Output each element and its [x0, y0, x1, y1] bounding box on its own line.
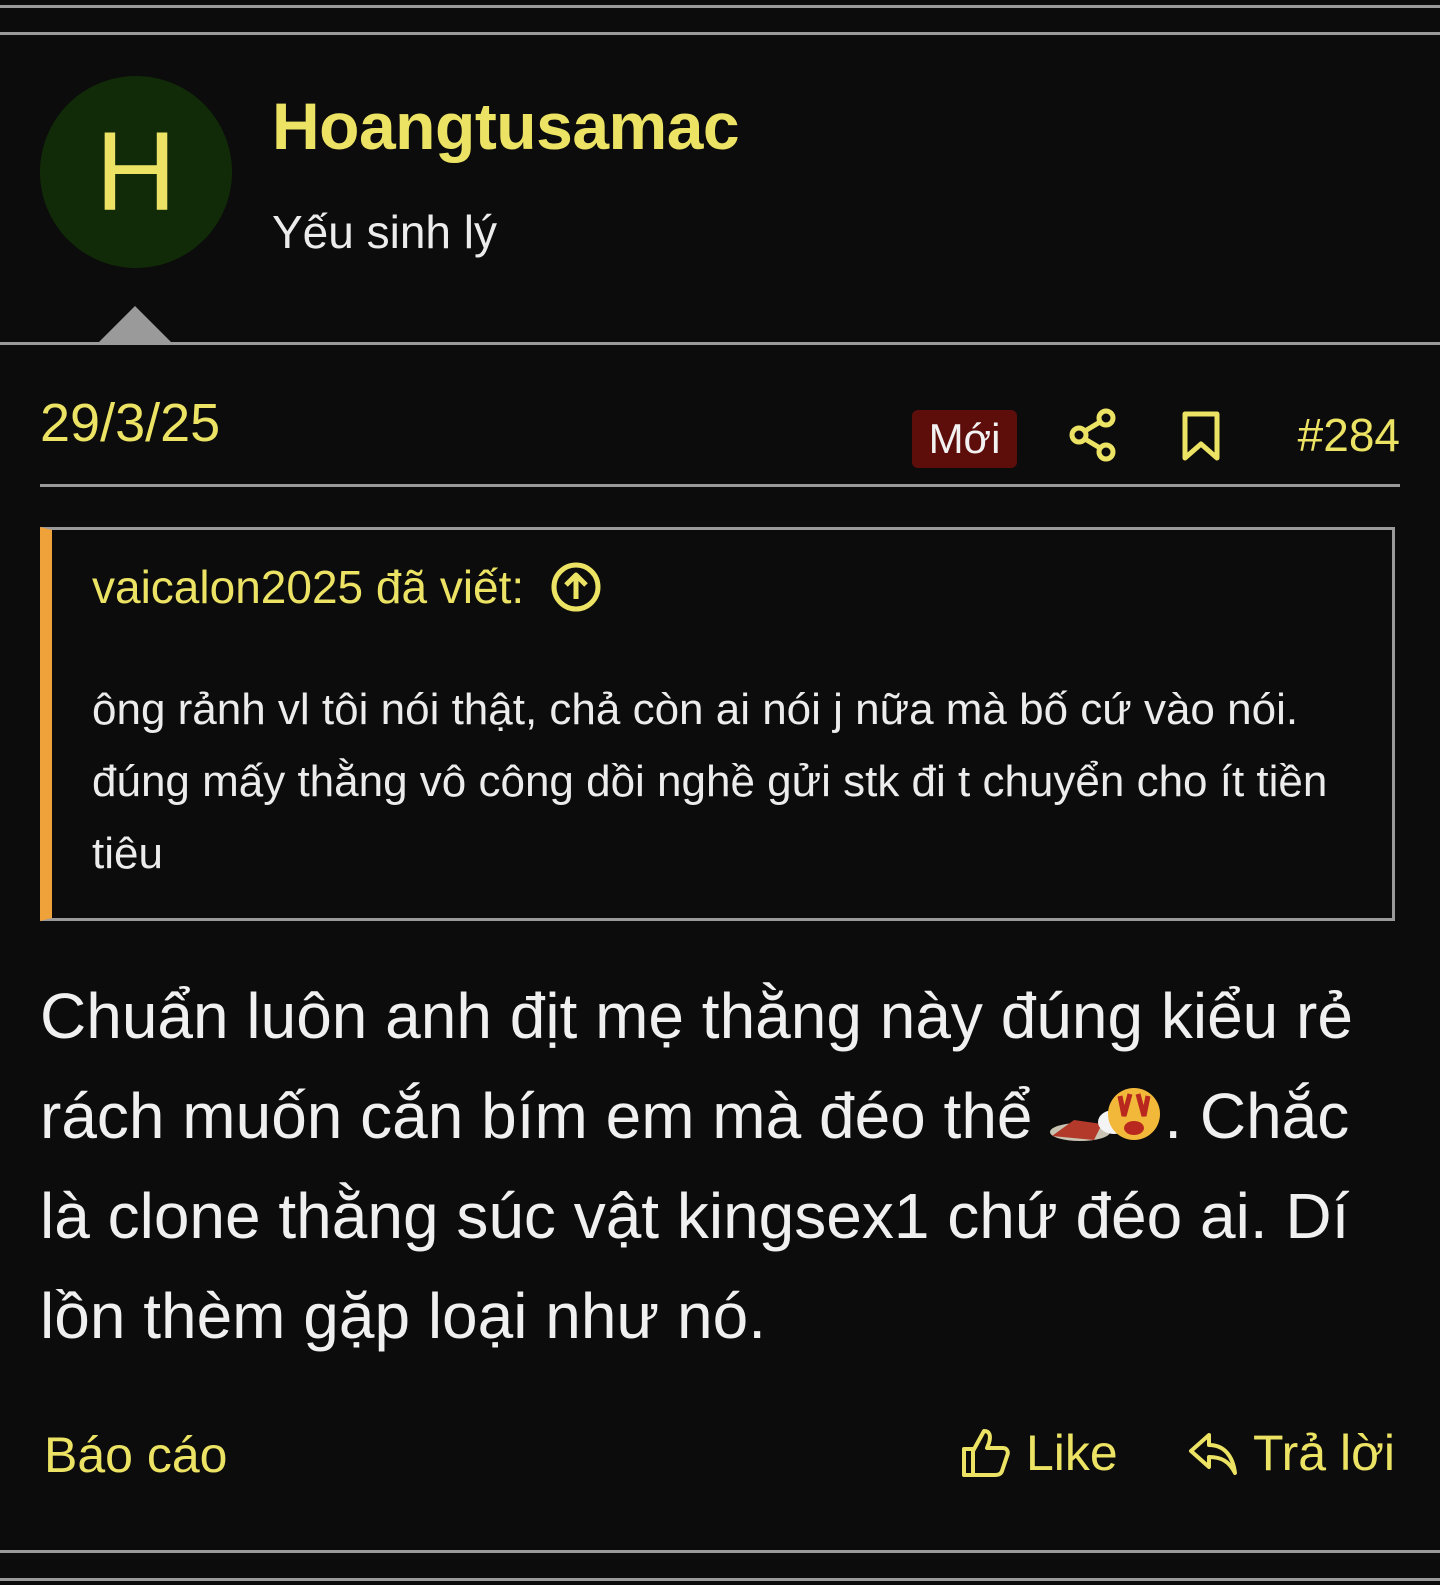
meta-divider: [40, 484, 1400, 487]
post-date[interactable]: 29/3/25: [40, 392, 220, 454]
like-label: Like: [1026, 1425, 1118, 1481]
reply-label: Trả lời: [1252, 1425, 1395, 1481]
thumbs-up-icon: [962, 1429, 1010, 1477]
report-link[interactable]: Báo cáo: [44, 1426, 227, 1484]
top-divider-2: [0, 32, 1440, 35]
like-button[interactable]: Like: [960, 1424, 1118, 1482]
author-title: Yếu sinh lý: [272, 206, 498, 258]
avatar-letter: H: [95, 109, 177, 234]
quote-text: ông rảnh vl tôi nói thật, chả còn ai nói…: [92, 685, 1328, 878]
header-pointer: [98, 306, 172, 343]
quote-header[interactable]: vaicalon2025 đã viết:: [92, 560, 602, 614]
bottom-divider: [0, 1550, 1440, 1553]
reply-button[interactable]: Trả lời: [1187, 1424, 1395, 1482]
arrow-up-circle-icon[interactable]: [550, 561, 602, 613]
new-badge: Mới: [912, 410, 1017, 468]
post-number[interactable]: #284: [1298, 408, 1400, 462]
post-body: Chuẩn luôn anh địt mẹ thằng này đúng kiể…: [40, 966, 1410, 1366]
bottom-divider-2: [0, 1578, 1440, 1581]
smiley-icon: [1050, 1088, 1161, 1141]
share-icon[interactable]: [1068, 408, 1118, 462]
quote-author[interactable]: vaicalon2025 đã viết:: [92, 560, 524, 614]
author-name[interactable]: Hoangtusamac: [272, 88, 740, 164]
bookmark-icon[interactable]: [1180, 410, 1222, 462]
top-divider: [0, 5, 1440, 8]
new-badge-label: Mới: [928, 415, 1001, 462]
header-divider: [0, 342, 1440, 345]
avatar[interactable]: H: [40, 76, 232, 268]
reply-icon: [1188, 1433, 1237, 1475]
quote-block: vaicalon2025 đã viết: ông rảnh vl tôi nó…: [40, 527, 1395, 921]
